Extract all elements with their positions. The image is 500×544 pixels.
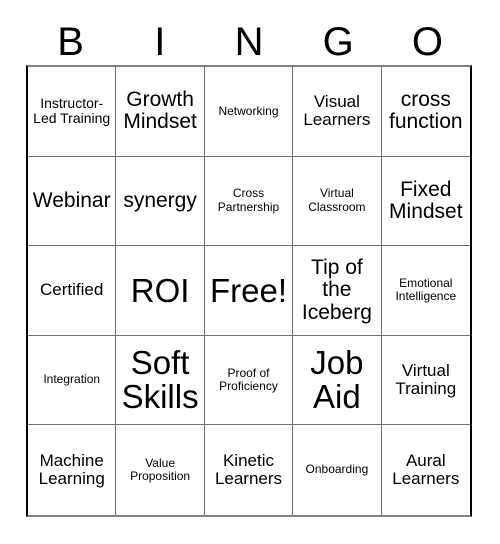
bingo-cell-r2c2[interactable]: synergy (116, 156, 205, 247)
bingo-cell-r3c3[interactable]: Free! (204, 246, 294, 336)
bingo-cell-label: Emotional Intelligence (395, 276, 457, 304)
bingo-cell-label: Integration (43, 372, 101, 387)
bingo-grid: Instructor-Led Training Growth Mindset Net… (26, 65, 472, 517)
bingo-cell-r3c5[interactable]: Emotional Intelligence (381, 246, 470, 336)
bingo-cell-r4c5[interactable]: Virtual Training (381, 335, 470, 426)
bingo-header-row: B I N G O (26, 18, 472, 65)
header-letter-b: B (57, 19, 84, 64)
bingo-cell-label: Proof of Proficiency (219, 365, 278, 394)
bingo-cell-label: Visual Learners (303, 91, 371, 130)
bingo-cell-r2c5[interactable]: Fixed Mindset (381, 156, 470, 247)
bingo-cell-label: Aural Learners (392, 450, 460, 489)
bingo-cell-label: Tip of the Iceberg (301, 256, 372, 324)
bingo-cell-r2c3[interactable]: Cross Partnership (204, 156, 294, 247)
header-letter-o: O (411, 19, 443, 64)
bingo-cell-r1c3[interactable]: Networking (204, 67, 294, 157)
bingo-cell-label: Value Proposition (130, 455, 191, 484)
bingo-cell-label: Job Aid (310, 344, 364, 416)
bingo-cell-label: Instructor-Led Training (33, 94, 111, 127)
bingo-cell-label: Kinetic Learners (214, 450, 283, 489)
bingo-cell-label: Cross Partnership (217, 186, 280, 214)
bingo-cell-label: Virtual Classroom (308, 186, 366, 214)
bingo-cell-label: Onboarding (305, 462, 369, 477)
bingo-cell-label: ROI (130, 271, 190, 309)
bingo-cell-r5c2[interactable]: Value Proposition (116, 425, 205, 515)
bingo-cell-r3c2[interactable]: ROI (116, 246, 205, 336)
bingo-cell-r4c3[interactable]: Proof of Proficiency (204, 335, 294, 426)
bingo-cell-r5c3[interactable]: Kinetic Learners (204, 425, 294, 515)
bingo-cell-r5c4[interactable]: Onboarding (293, 425, 382, 515)
bingo-cell-r5c5[interactable]: Aural Learners (381, 425, 470, 515)
bingo-cell-r2c1[interactable]: Webinar (28, 156, 117, 247)
bingo-cell-r1c4[interactable]: Visual Learners (293, 67, 382, 157)
bingo-cell-label: cross function (389, 88, 463, 134)
bingo-cell-label: Fixed Mindset (389, 177, 463, 223)
bingo-cell-r1c2[interactable]: Growth Mindset (116, 67, 205, 157)
bingo-cell-r4c1[interactable]: Integration (28, 335, 117, 426)
bingo-cell-r3c4[interactable]: Tip of the Iceberg (293, 246, 382, 336)
header-letter-i: I (154, 19, 166, 64)
bingo-cell-label: Virtual Training (395, 360, 457, 399)
header-letter-g: G (322, 19, 354, 64)
bingo-cell-r1c1[interactable]: Instructor-Led Training (28, 67, 117, 157)
bingo-cell-r2c4[interactable]: Virtual Classroom (293, 156, 382, 247)
bingo-cell-label: Growth Mindset (123, 88, 197, 134)
bingo-cell-label: Networking (218, 103, 279, 118)
bingo-cell-r4c4[interactable]: Job Aid (293, 335, 382, 426)
bingo-card: B I N G O Instructor-Led Training Growth … (0, 0, 500, 544)
header-letter-n: N (234, 19, 264, 64)
bingo-cell-r4c2[interactable]: Soft Skills (116, 335, 205, 426)
bingo-cell-r1c5[interactable]: cross function (381, 67, 470, 157)
bingo-cell-r3c1[interactable]: Certified (28, 246, 117, 336)
bingo-cell-r5c1[interactable]: Machine Learning (28, 425, 117, 515)
bingo-cell-label: Machine Learning (38, 450, 105, 489)
bingo-cell-label: Certified (40, 280, 104, 300)
bingo-cell-label: synergy (123, 188, 197, 212)
bingo-cell-label: Webinar (32, 188, 111, 212)
bingo-cell-label: Soft Skills (121, 344, 199, 416)
bingo-cell-label: Free! (209, 271, 287, 309)
